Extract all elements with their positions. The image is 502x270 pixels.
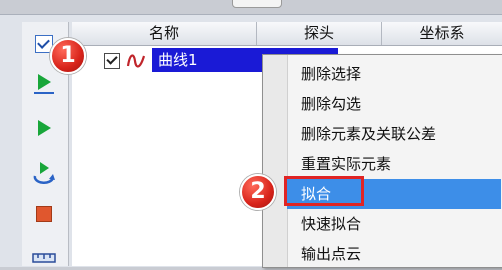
callout-highlight-box bbox=[284, 176, 364, 206]
run-icon[interactable] bbox=[30, 68, 58, 96]
menu-item-export-points[interactable]: 输出点云 bbox=[287, 239, 501, 269]
row-checkbox[interactable] bbox=[104, 53, 120, 69]
menu-item-reset-actual[interactable]: 重置实际元素 bbox=[287, 149, 501, 179]
menu-item-delete-with-tolerance[interactable]: 删除元素及关联公差 bbox=[287, 119, 501, 149]
context-menu: 删除选择 删除勾选 删除元素及关联公差 重置实际元素 拟合 快速拟合 输出点云 bbox=[262, 54, 502, 268]
header-coord[interactable]: 坐标系 bbox=[382, 22, 502, 45]
step-badge-1: 1 bbox=[50, 38, 86, 74]
stop-icon[interactable] bbox=[30, 200, 58, 228]
menu-gutter bbox=[263, 55, 288, 267]
top-tab bbox=[232, 0, 282, 8]
step-badge-2: 2 bbox=[240, 174, 276, 210]
header-probe[interactable]: 探头 bbox=[257, 22, 382, 45]
loop-run-icon[interactable] bbox=[30, 158, 58, 186]
play-icon[interactable] bbox=[30, 114, 58, 142]
curve-icon bbox=[126, 54, 146, 68]
menu-item-quick-fit[interactable]: 快速拟合 bbox=[287, 209, 501, 239]
grid-header: 名称 探头 坐标系 bbox=[72, 22, 502, 46]
menu-item-delete-checked[interactable]: 删除勾选 bbox=[287, 89, 501, 119]
menu-item-delete-selected[interactable]: 删除选择 bbox=[287, 59, 501, 89]
header-name[interactable]: 名称 bbox=[72, 22, 257, 45]
